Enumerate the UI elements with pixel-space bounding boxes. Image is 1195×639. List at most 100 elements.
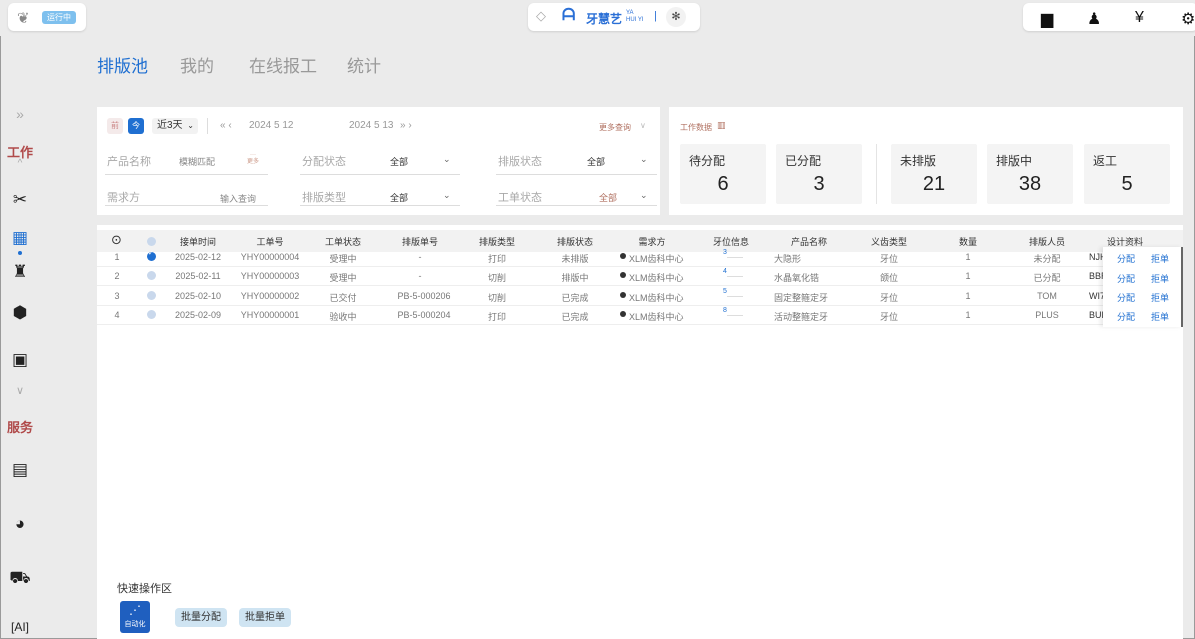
cell-order[interactable]: YHY00000004	[241, 252, 300, 262]
stat-value: 38	[1018, 173, 1042, 195]
today-button[interactable]: 今	[128, 118, 144, 134]
col-order-no[interactable]: 工单号	[256, 235, 283, 248]
batch-assign-button[interactable]: 批量分配	[175, 608, 227, 627]
tab-layout-pool[interactable]: 排版池	[97, 52, 148, 77]
assign-button[interactable]: 分配	[1117, 310, 1135, 323]
stats-title: 工作数据	[680, 123, 712, 132]
cell-layout-status: 排版中	[561, 273, 589, 283]
requester-label: 需求方	[107, 192, 140, 204]
row-checkbox[interactable]	[147, 291, 156, 300]
assign-button[interactable]: 分配	[1117, 272, 1135, 285]
stat-not-laid-out[interactable]: 未排版 21	[891, 144, 977, 204]
table-scrollbar[interactable]	[1181, 247, 1183, 327]
cell-layout-no[interactable]: PB-5-000206	[397, 291, 450, 301]
col-layout-no[interactable]: 排版单号	[402, 235, 438, 248]
dashboard-icon[interactable]: ▦	[0, 228, 40, 248]
batch-reject-button[interactable]: 批量拒单	[239, 608, 291, 627]
col-denture-type[interactable]: 义齿类型	[871, 235, 907, 248]
assign-button[interactable]: 分配	[1117, 252, 1135, 265]
cell-order[interactable]: YHY00000001	[241, 310, 300, 320]
cell-layout-no[interactable]: PB-5-000204	[397, 310, 450, 320]
cell-order[interactable]: YHY00000002	[241, 291, 300, 301]
automation-button[interactable]: ⋰ 自动化	[120, 601, 150, 633]
product-input[interactable]: 模糊匹配	[179, 155, 215, 168]
window-icon[interactable]: ▆	[1041, 9, 1053, 29]
chevron-down-icon[interactable]: ∨	[0, 384, 40, 397]
cell-qty: 1	[965, 252, 971, 262]
chevron-down-icon[interactable]: ∨	[640, 121, 646, 130]
table-row[interactable]: 2 2025-02-11 YHY00000003 受理中 - 切削 排版中 XL…	[97, 267, 1183, 286]
assign-status-select[interactable]: 全部	[390, 155, 408, 168]
table-row[interactable]: 4 2025-02-09 YHY00000001 验收中 PB-5-000204…	[97, 306, 1183, 325]
reject-button[interactable]: 拒单	[1151, 310, 1169, 323]
col-staff[interactable]: 排版人员	[1029, 235, 1065, 248]
requester-input[interactable]: 输入查询	[220, 192, 256, 205]
sidebar-section-service[interactable]: 服务	[0, 417, 40, 436]
col-receive-time[interactable]: 接单时间	[180, 235, 216, 248]
chevron-up-icon[interactable]: ^	[0, 158, 40, 169]
cell-qty: 1	[965, 291, 971, 301]
reject-button[interactable]: 拒单	[1151, 272, 1169, 285]
tab-statistics[interactable]: 统计	[347, 52, 381, 77]
stat-in-layout[interactable]: 排版中 38	[987, 144, 1073, 204]
date-range-select[interactable]: 近3天 ⌄	[152, 118, 198, 134]
col-tooth-info[interactable]: 牙位信息	[713, 235, 749, 248]
chevron-down-icon[interactable]: ⌄	[640, 190, 648, 201]
col-quantity[interactable]: 数量	[959, 235, 977, 248]
row-checkbox[interactable]	[147, 310, 156, 319]
case-icon[interactable]: ▣	[0, 350, 40, 370]
ai-icon[interactable]: [AI]	[0, 620, 40, 634]
date-prev-icon[interactable]: « ‹	[220, 120, 232, 131]
collapse-toggle-icon[interactable]: ◇	[536, 8, 546, 24]
row-no: 3	[114, 291, 120, 301]
table-row[interactable]: 3 2025-02-10 YHY00000002 已交付 PB-5-000206…	[97, 287, 1183, 306]
col-layout-type[interactable]: 排版类型	[479, 235, 515, 248]
list-icon[interactable]: ▤	[0, 460, 40, 480]
more-query-link[interactable]: 更多查询	[599, 122, 631, 133]
tab-online-report[interactable]: 在线报工	[249, 52, 317, 77]
chevron-down-icon[interactable]: ⌄	[640, 154, 648, 165]
col-product[interactable]: 产品名称	[791, 235, 827, 248]
brand-bar: ◇ ᗩ 牙慧艺 YA HUI YI | ✻	[528, 3, 700, 31]
production-icon[interactable]: ♜	[0, 262, 40, 282]
cell-layout-no: -	[418, 252, 422, 262]
layout-status-select[interactable]: 全部	[587, 155, 605, 168]
date-to[interactable]: 2024 5 13	[349, 120, 394, 131]
box-icon[interactable]: ⬢	[0, 303, 40, 323]
layout-type-select[interactable]: 全部	[390, 191, 408, 204]
prev-day-button[interactable]: 前	[107, 118, 123, 134]
date-from[interactable]: 2024 5 12	[249, 120, 294, 131]
assign-button[interactable]: 分配	[1117, 291, 1135, 304]
settings-icon[interactable]: ⚙	[1181, 9, 1195, 29]
col-requester[interactable]: 需求方	[638, 235, 665, 248]
cell-tooth: 4	[723, 268, 727, 275]
chevron-down-icon[interactable]: ⌄	[443, 190, 451, 201]
reject-button[interactable]: 拒单	[1151, 252, 1169, 265]
table-row[interactable]: 1 2025-02-12 YHY00000004 受理中 - 打印 未排版 XL…	[97, 248, 1183, 267]
select-all-checkbox[interactable]	[147, 237, 156, 246]
stat-pending-assign[interactable]: 待分配 6	[680, 144, 766, 204]
chevron-down-icon[interactable]: ⌄	[443, 154, 451, 165]
col-order-status[interactable]: 工单状态	[325, 235, 361, 248]
more-small-label[interactable]: ··· 更多	[247, 152, 259, 166]
date-next-icon[interactable]: » ›	[400, 120, 412, 131]
truck-icon[interactable]: ⛟	[0, 568, 40, 590]
tools-icon[interactable]: ✂	[0, 190, 40, 210]
tab-mine[interactable]: 我的	[180, 52, 214, 77]
pie-chart-icon[interactable]: ◕	[0, 514, 40, 534]
column-settings-icon[interactable]: ⊙	[111, 232, 122, 248]
col-layout-status[interactable]: 排版状态	[557, 235, 593, 248]
tooth-chart-line	[727, 296, 743, 297]
reject-button[interactable]: 拒单	[1151, 291, 1169, 304]
stats-chart-icon[interactable]: ▥	[717, 120, 726, 131]
cell-order[interactable]: YHY00000003	[241, 271, 300, 281]
team-icon[interactable]: ♟	[1087, 9, 1101, 29]
stat-rework[interactable]: 返工 5	[1084, 144, 1170, 204]
expand-sidebar-icon[interactable]: »	[0, 106, 40, 122]
app-badge[interactable]: ❦ 运行中	[8, 3, 86, 31]
billing-icon[interactable]: ¥	[1135, 9, 1144, 27]
row-checkbox[interactable]	[147, 249, 156, 261]
stat-assigned[interactable]: 已分配 3	[776, 144, 862, 204]
work-status-select[interactable]: 全部	[599, 191, 617, 204]
row-checkbox[interactable]	[147, 271, 156, 280]
